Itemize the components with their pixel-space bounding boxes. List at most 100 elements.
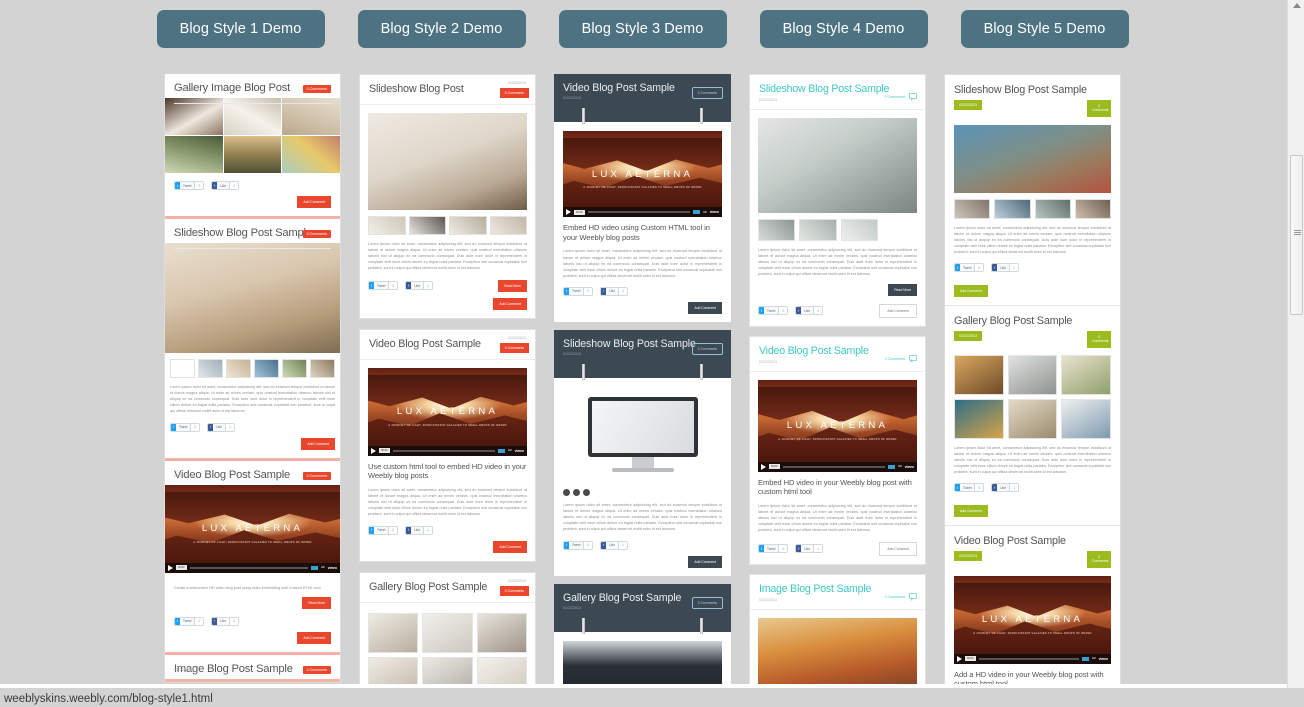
like-button[interactable]: f Like 1 <box>211 181 239 190</box>
comments-badge[interactable]: 0 Comments <box>1087 100 1111 117</box>
play-icon[interactable] <box>957 655 962 662</box>
hd-badge[interactable]: HD <box>508 449 512 452</box>
like-button[interactable]: f Like 1 <box>207 422 235 432</box>
like-button[interactable]: f Like 1 <box>600 286 628 296</box>
tweet-button[interactable]: t Tweet 0 <box>758 544 789 554</box>
slideshow-thumb[interactable] <box>1074 198 1111 219</box>
video-progress[interactable] <box>587 211 691 213</box>
comments-badge[interactable]: 0 Comments <box>302 85 331 93</box>
comments-badge[interactable]: 0 Comments <box>691 87 723 99</box>
gallery-image[interactable] <box>165 136 223 173</box>
comments-badge[interactable]: 0 Comments <box>302 665 331 674</box>
slideshow-thumb[interactable] <box>282 359 307 378</box>
comments-badge[interactable]: 0 Comments <box>1087 551 1111 568</box>
add-comment-button[interactable]: Add Comment <box>688 301 722 314</box>
slideshow-dot[interactable] <box>573 488 580 496</box>
vertical-scrollbar[interactable] <box>1287 0 1304 688</box>
nav-button-blog-style-2[interactable]: Blog Style 2 Demo <box>357 10 526 48</box>
read-more-button[interactable]: Read More <box>888 283 917 296</box>
gallery-image[interactable] <box>282 136 340 173</box>
video-player[interactable]: LUX AETERNA A JOURNEY OF LIGHT, FROM DIS… <box>368 367 527 456</box>
play-icon[interactable] <box>566 209 571 215</box>
add-comment-button[interactable]: Add Comment <box>954 505 988 518</box>
hd-badge[interactable]: HD <box>321 566 325 569</box>
comments-badge[interactable]: 0 Comments <box>691 342 723 355</box>
add-comment-button[interactable]: Add Comment <box>954 285 988 298</box>
tweet-button[interactable]: t Tweet 0 <box>954 483 985 493</box>
video-controls[interactable]: 00:00 HD vimeo <box>758 461 917 472</box>
tweet-button[interactable]: t Tweet 0 <box>758 306 789 316</box>
like-button[interactable]: f Like 1 <box>795 306 823 316</box>
comments-badge[interactable]: 0 Comments <box>885 95 905 99</box>
gallery-image[interactable] <box>223 136 282 173</box>
slideshow-image[interactable] <box>758 118 917 213</box>
tweet-button[interactable]: t Tweet 0 <box>174 181 205 190</box>
slideshow-thumb[interactable] <box>954 198 991 219</box>
slideshow-dot[interactable] <box>563 488 570 496</box>
post-title[interactable]: Image Blog Post Sample <box>759 583 916 595</box>
like-button[interactable]: f Like 1 <box>211 616 239 626</box>
slideshow-thumb[interactable] <box>198 359 223 378</box>
play-icon[interactable] <box>168 564 173 571</box>
add-comment-button[interactable]: Add Comment <box>493 297 527 310</box>
post-title[interactable]: Gallery Blog Post Sample <box>954 315 1111 327</box>
slideshow-thumb[interactable] <box>226 359 251 378</box>
video-player[interactable]: LUX AETERNA A JOURNEY OF LIGHT, FROM DIS… <box>563 131 722 217</box>
gallery-image[interactable] <box>1061 354 1111 395</box>
scroll-up-icon[interactable] <box>1293 3 1301 8</box>
slideshow-thumb[interactable] <box>489 216 527 235</box>
add-comment-button[interactable]: Add Comment <box>301 437 335 450</box>
slideshow-thumb[interactable] <box>254 359 279 378</box>
post-title[interactable]: Slideshow Blog Post Sample <box>954 84 1111 96</box>
like-button[interactable]: f Like 1 <box>405 525 433 535</box>
like-button[interactable]: f Like 1 <box>991 483 1019 493</box>
video-progress[interactable] <box>782 465 886 468</box>
gallery-image[interactable] <box>954 398 1004 439</box>
slideshow-image[interactable] <box>165 243 340 353</box>
like-button[interactable]: f Like 1 <box>991 263 1019 273</box>
nav-button-blog-style-5[interactable]: Blog Style 5 Demo <box>960 10 1129 48</box>
tweet-button[interactable]: t Tweet 0 <box>170 422 201 432</box>
comments-badge[interactable]: 0 Comments <box>1087 331 1111 348</box>
gallery-image[interactable] <box>422 612 473 653</box>
video-progress[interactable] <box>978 657 1080 660</box>
comments-badge[interactable]: 0 Comments <box>499 88 529 98</box>
slideshow-image[interactable] <box>563 387 722 482</box>
slideshow-thumb[interactable] <box>840 219 878 241</box>
video-controls[interactable]: 00:00 HD vimeo <box>563 207 722 217</box>
comments-badge[interactable]: 0 Comments <box>885 595 905 599</box>
cc-icon[interactable] <box>498 448 506 453</box>
slideshow-thumb[interactable] <box>1034 198 1071 219</box>
play-icon[interactable] <box>371 447 376 454</box>
video-player[interactable]: LUX AETERNA A JOURNEY OF LIGHT, FROM DIS… <box>165 484 340 573</box>
video-controls[interactable]: 00:00 HD vimeo <box>165 562 340 573</box>
post-title[interactable]: Video Blog Post Sample <box>954 535 1111 547</box>
read-more-button[interactable]: Read More <box>498 279 527 292</box>
video-controls[interactable]: 00:00 HD vimeo <box>368 445 527 456</box>
add-comment-button[interactable]: Add Comment <box>879 541 917 556</box>
slideshow-thumb[interactable] <box>368 216 406 235</box>
comments-badge[interactable]: 0 Comments <box>499 585 529 596</box>
comments-badge[interactable]: 0 Comments <box>691 596 723 609</box>
like-button[interactable]: f Like 1 <box>600 540 628 550</box>
gallery-image[interactable] <box>954 354 1004 395</box>
add-comment-button[interactable]: Add Comment <box>688 555 722 568</box>
post-title[interactable]: Video Blog Post Sample <box>759 345 916 357</box>
vimeo-logo[interactable]: vimeo <box>905 465 914 469</box>
slideshow-thumb[interactable] <box>449 216 487 235</box>
nav-button-blog-style-1[interactable]: Blog Style 1 Demo <box>156 10 325 48</box>
gallery-image[interactable] <box>368 612 419 653</box>
cc-icon[interactable] <box>693 210 701 214</box>
tweet-button[interactable]: t Tweet 0 <box>368 525 399 535</box>
post-image[interactable] <box>758 617 917 690</box>
comments-badge[interactable]: 0 Comments <box>302 471 331 480</box>
slideshow-thumb[interactable] <box>170 359 195 378</box>
play-icon[interactable] <box>761 463 766 470</box>
read-more-button[interactable]: Read More <box>302 596 331 609</box>
slideshow-thumb[interactable] <box>408 216 446 235</box>
tweet-button[interactable]: t Tweet 0 <box>563 540 594 550</box>
gallery-image[interactable] <box>1061 398 1111 439</box>
video-controls[interactable]: 00:00 HD vimeo <box>954 653 1111 664</box>
cc-icon[interactable] <box>888 464 896 469</box>
post-title[interactable]: Slideshow Blog Post Sample <box>759 83 916 95</box>
